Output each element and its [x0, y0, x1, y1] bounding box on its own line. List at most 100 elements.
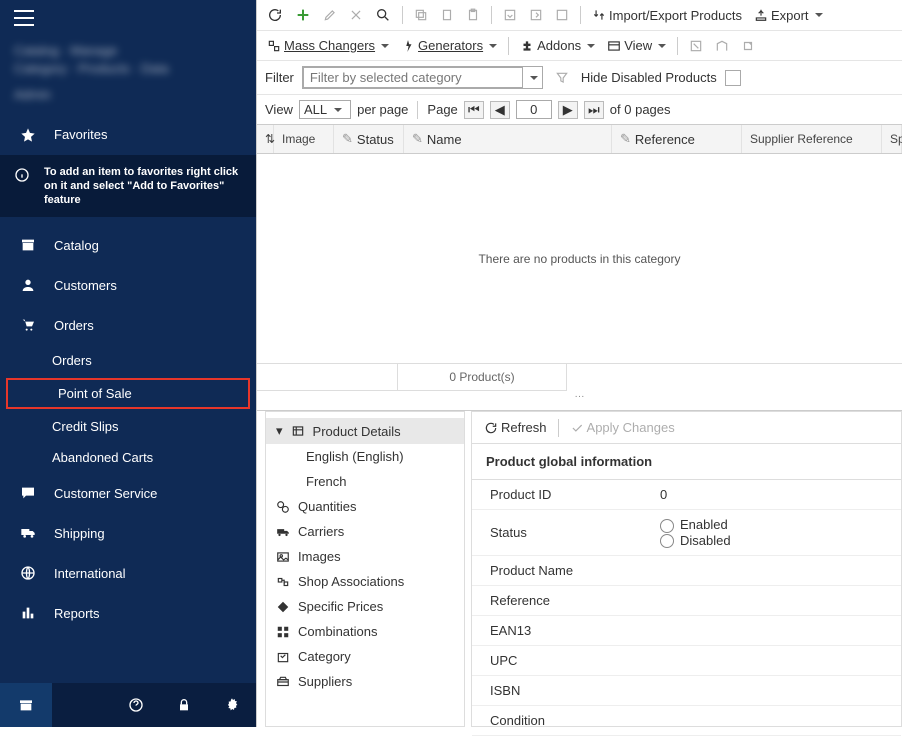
delete-button [345, 6, 367, 24]
sidebar-label: Customer Service [54, 486, 157, 501]
page-of-label: of 0 pages [610, 102, 671, 117]
filter-input[interactable] [303, 67, 523, 88]
cart-icon [18, 315, 38, 335]
sidebar-item-favorites[interactable]: Favorites [0, 115, 256, 155]
radio-disabled[interactable]: Disabled [660, 533, 731, 549]
truck-icon [18, 523, 38, 543]
help-icon[interactable] [112, 683, 160, 727]
sidebar-label: Favorites [54, 127, 107, 142]
col-sref[interactable]: Supplier Reference [742, 125, 882, 153]
first-page-button[interactable]: ⏮ [464, 101, 484, 119]
col-name[interactable]: ✎Name [404, 125, 612, 153]
tree-quantities[interactable]: Quantities [266, 494, 464, 519]
generators-dropdown[interactable]: Generators [397, 36, 501, 55]
next-page-button[interactable]: ▶ [558, 101, 578, 119]
filter-dropdown[interactable] [302, 66, 543, 89]
view-label: View [265, 102, 293, 117]
archive-icon [18, 235, 38, 255]
tree-images[interactable]: Images [266, 544, 464, 569]
lbl-status: Status [490, 525, 660, 540]
tree-shop-associations[interactable]: Shop Associations [266, 569, 464, 594]
tree-carriers[interactable]: Carriers [266, 519, 464, 544]
col-image[interactable]: Image [274, 125, 334, 153]
sidebar-item-orders[interactable]: Orders [0, 305, 256, 345]
export-2-button [525, 6, 547, 24]
radio-enabled[interactable]: Enabled [660, 517, 731, 533]
copy-button [410, 6, 432, 24]
sidebar-sub-credit-slips[interactable]: Credit Slips [0, 411, 256, 442]
tool-c [737, 37, 759, 55]
last-page-button[interactable]: ⏭ [584, 101, 604, 119]
tree-product-details[interactable]: ▾ Product Details [266, 418, 464, 444]
chart-icon [18, 603, 38, 623]
tool-b [711, 37, 733, 55]
table-header: ⇅ Image ✎Status ✎Name ✎Reference Supplie… [257, 125, 902, 154]
lbl-product-id: Product ID [490, 487, 660, 502]
tree-suppliers[interactable]: Suppliers [266, 669, 464, 694]
sidebar-item-reports[interactable]: Reports [0, 593, 256, 633]
sidebar-label: International [54, 566, 126, 581]
star-icon [18, 125, 38, 145]
perpage-label: per page [357, 102, 408, 117]
col-status[interactable]: ✎Status [334, 125, 404, 153]
tree-specific-prices[interactable]: Specific Prices [266, 594, 464, 619]
sidebar-item-shipping[interactable]: Shipping [0, 513, 256, 553]
tree-combinations[interactable]: Combinations [266, 619, 464, 644]
tree-category[interactable]: Category [266, 644, 464, 669]
prev-page-button[interactable]: ◀ [490, 101, 510, 119]
sidebar-item-international[interactable]: International [0, 553, 256, 593]
add-button[interactable] [291, 5, 315, 25]
chat-icon [18, 483, 38, 503]
favorites-tip: To add an item to favorites right click … [0, 155, 256, 218]
chevron-down-icon: ▾ [276, 423, 283, 439]
hide-disabled-checkbox[interactable] [725, 70, 741, 86]
lbl-upc: UPC [490, 653, 660, 668]
tool-a [685, 37, 707, 55]
grid-empty-message: There are no products in this category [257, 154, 902, 364]
tree-lang-english[interactable]: English (English) [266, 444, 464, 469]
export-3-button [551, 6, 573, 24]
paste-button [436, 6, 458, 24]
lbl-isbn: ISBN [490, 683, 660, 698]
val-product-id: 0 [660, 487, 667, 502]
search-button[interactable] [371, 5, 395, 25]
lbl-reference: Reference [490, 593, 660, 608]
lock-icon[interactable] [160, 683, 208, 727]
hide-disabled-label: Hide Disabled Products [581, 70, 717, 85]
tree-lang-french[interactable]: French [266, 469, 464, 494]
filter-label: Filter [265, 70, 294, 85]
perpage-dropdown[interactable]: ALL [299, 100, 351, 119]
lbl-product-name: Product Name [490, 563, 660, 578]
sidebar-sub-orders[interactable]: Orders [0, 345, 256, 376]
globe-icon [18, 563, 38, 583]
col-ref[interactable]: ✎Reference [612, 125, 742, 153]
view-dropdown[interactable]: View [603, 36, 670, 55]
sidebar-label: Customers [54, 278, 117, 293]
page-input[interactable] [516, 100, 552, 119]
refresh-button[interactable] [263, 5, 287, 25]
sidebar-label: Orders [54, 318, 94, 333]
sidebar-item-customers[interactable]: Customers [0, 265, 256, 305]
detail-refresh-button[interactable]: Refresh [480, 418, 551, 437]
page-label: Page [427, 102, 457, 117]
sidebar-item-catalog[interactable]: Catalog [0, 225, 256, 265]
mass-changers-dropdown[interactable]: Mass Changers [263, 36, 393, 55]
edit-button [319, 6, 341, 24]
import-export-button[interactable]: Import/Export Products [588, 6, 746, 25]
lbl-condition: Condition [490, 713, 660, 728]
export-dropdown[interactable]: Export [750, 6, 827, 25]
sidebar-item-customer-service[interactable]: Customer Service [0, 473, 256, 513]
lbl-ean13: EAN13 [490, 623, 660, 638]
sidebar-sub-abandoned-carts[interactable]: Abandoned Carts [0, 442, 256, 473]
detail-apply-button: Apply Changes [566, 418, 679, 437]
hamburger-menu[interactable] [0, 0, 256, 36]
store-context: Catalog · Manage Category · Products · D… [0, 36, 256, 115]
addons-dropdown[interactable]: Addons [516, 36, 599, 55]
clipboard-button [462, 6, 484, 24]
filter-clear-icon [551, 69, 573, 87]
gear-icon[interactable] [208, 683, 256, 727]
col-sp[interactable]: Sp [882, 125, 902, 153]
info-icon [14, 167, 34, 183]
bottom-archive-icon[interactable] [0, 683, 52, 727]
sidebar-sub-pos[interactable]: Point of Sale [6, 378, 250, 409]
